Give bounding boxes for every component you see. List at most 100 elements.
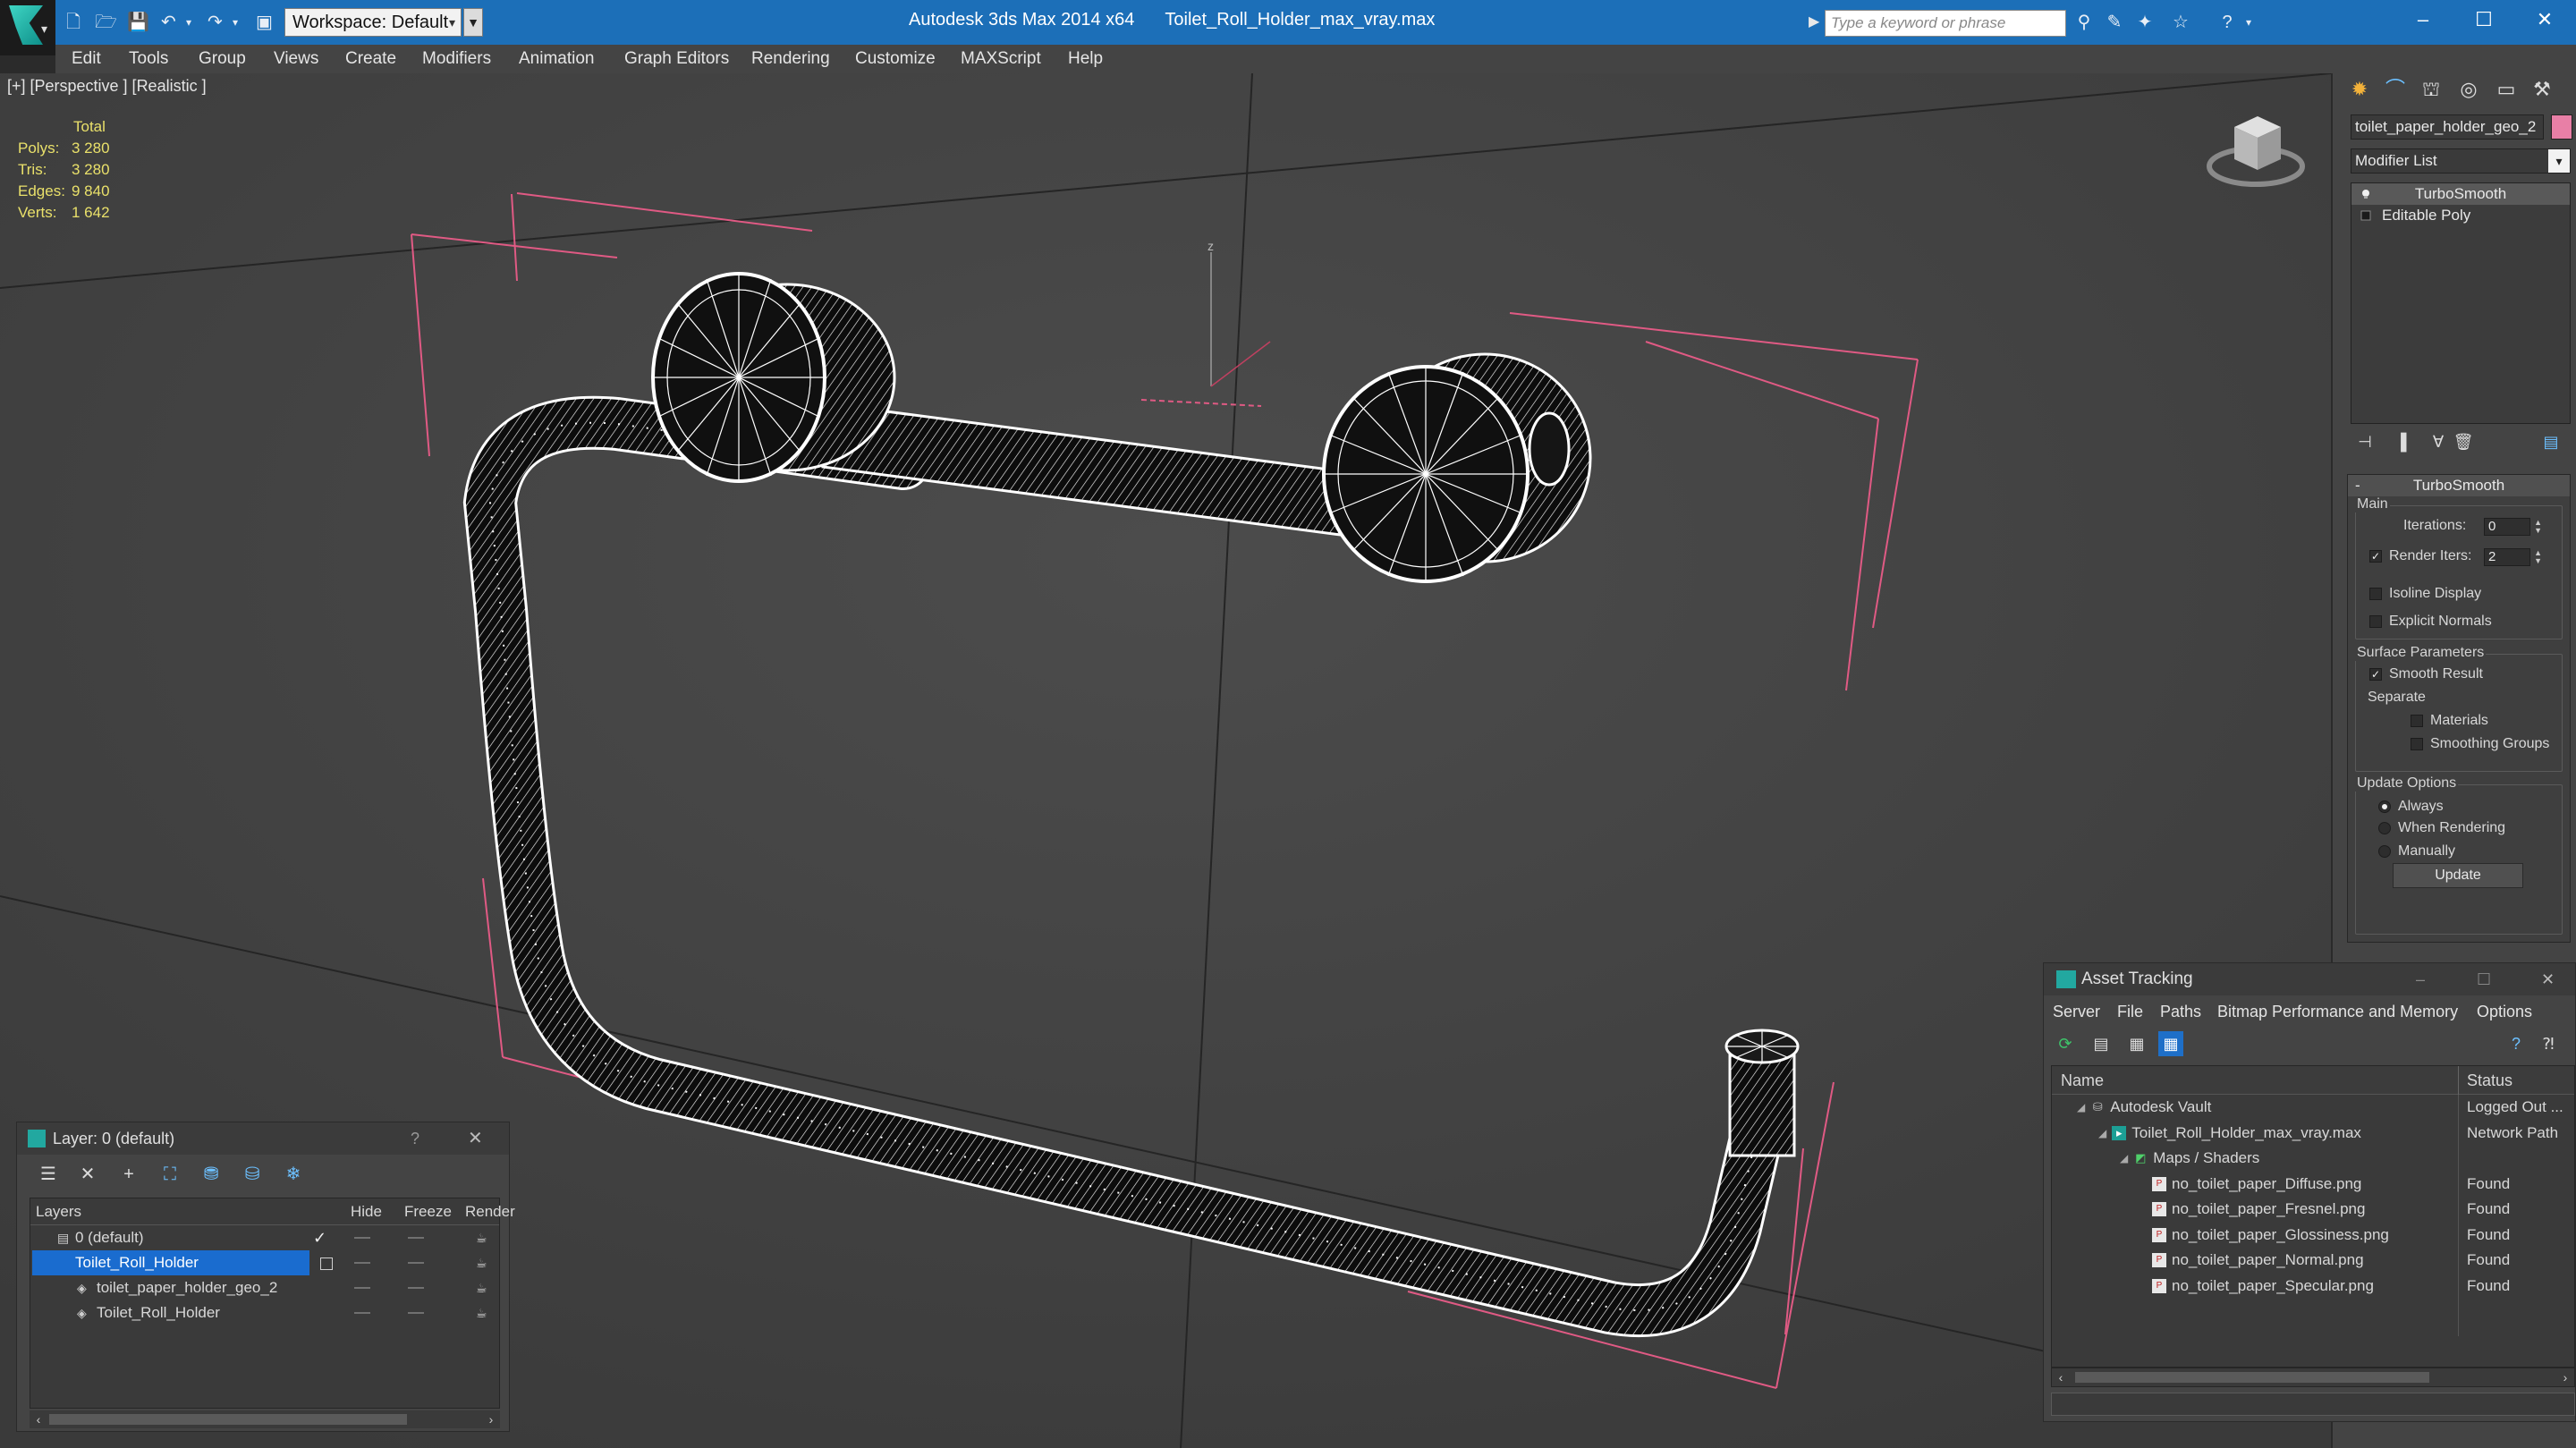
menu-file[interactable]: File	[2117, 997, 2143, 1026]
render-iters-checkbox[interactable]: ✓	[2369, 550, 2382, 563]
project-folder-icon[interactable]: ▣	[256, 11, 273, 34]
freeze-toggle[interactable]	[408, 1262, 424, 1264]
expand-plus-icon[interactable]	[2360, 210, 2371, 221]
minimize-icon[interactable]: –	[2416, 963, 2425, 995]
col-status[interactable]: Status	[2467, 1066, 2512, 1095]
layers-stack-icon[interactable]: ☰	[35, 1162, 62, 1187]
workspace-dropdown-button[interactable]: ▼	[463, 8, 483, 37]
render-teapot-icon[interactable]: ☕	[476, 1256, 492, 1270]
stack-item-turbosmooth[interactable]: TurboSmooth	[2351, 183, 2570, 205]
help-icon[interactable]: ?	[2504, 1031, 2529, 1056]
configure-modifier-sets-icon[interactable]: ▤	[2540, 431, 2562, 453]
viewport-label-menu[interactable]: [+] [Perspective ] [Realistic ]	[7, 77, 207, 96]
create-tab-sun-icon[interactable]: ✹	[2342, 73, 2377, 106]
freeze-toggle[interactable]	[408, 1312, 424, 1314]
layer-row[interactable]: ◈ toilet_paper_holder_geo_2 ☕	[30, 1275, 499, 1300]
menu-tools[interactable]: Tools	[129, 45, 168, 73]
delete-layer-icon[interactable]: ✕	[74, 1162, 101, 1187]
maximize-icon[interactable]: ☐	[2477, 963, 2491, 995]
menu-views[interactable]: Views	[274, 45, 318, 73]
add-to-layer-icon[interactable]: +	[115, 1162, 142, 1187]
lightbulb-icon[interactable]	[2360, 189, 2371, 199]
collapse-triangle-icon[interactable]: ◢	[2077, 1095, 2085, 1121]
asset-row[interactable]: ◢ ⛁ Autodesk Vault Logged Out ...	[2052, 1095, 2574, 1121]
iterations-spinner[interactable]: 0 ▲ ▼	[2484, 518, 2542, 536]
subscription-icon[interactable]: ✎	[2102, 11, 2127, 34]
hide-toggle[interactable]	[354, 1287, 370, 1289]
horizontal-scrollbar[interactable]: ‹ ›	[30, 1410, 500, 1428]
maximize-icon[interactable]: ☐	[2454, 0, 2513, 39]
layer-row[interactable]: ◈ Toilet_Roll_Holder ☕	[30, 1300, 499, 1325]
favorites-star-icon[interactable]: ☆	[2168, 11, 2193, 34]
menu-graph-editors[interactable]: Graph Editors	[624, 45, 729, 73]
object-color-swatch[interactable]	[2551, 114, 2572, 140]
redo-dropdown-icon[interactable]: ▾	[233, 11, 238, 34]
menu-server[interactable]: Server	[2053, 997, 2100, 1026]
stack-item-editable-poly[interactable]: Editable Poly	[2351, 205, 2570, 226]
spinner-arrows-icon[interactable]: ▲ ▼	[2534, 519, 2542, 535]
select-objects-icon[interactable]: ⛶	[157, 1162, 183, 1187]
menu-options[interactable]: Options	[2477, 997, 2532, 1026]
col-render[interactable]: Render	[465, 1198, 515, 1225]
modify-tab-icon[interactable]: ⌒	[2377, 73, 2413, 106]
menu-edit[interactable]: Edit	[72, 45, 101, 73]
collapse-triangle-icon[interactable]: ◢	[2098, 1121, 2106, 1147]
save-icon[interactable]: 💾	[127, 11, 149, 34]
collapse-minus-icon[interactable]: -	[2355, 475, 2360, 496]
close-icon[interactable]: ✕	[2515, 0, 2574, 39]
hierarchy-tab-icon[interactable]: ⛫	[2413, 73, 2449, 106]
manually-radio[interactable]	[2378, 845, 2391, 858]
hide-toggle[interactable]	[354, 1262, 370, 1264]
scrollbar-thumb[interactable]	[49, 1414, 407, 1425]
layer-row[interactable]: ▤ Toilet_Roll_Holder ☕	[30, 1250, 499, 1275]
undo-icon[interactable]: ↶	[161, 11, 176, 34]
table-view-icon[interactable]: ▦	[2124, 1031, 2149, 1056]
asset-row[interactable]: Pno_toilet_paper_Normal.png Found	[2052, 1248, 2574, 1274]
col-name[interactable]: Name	[2061, 1066, 2104, 1095]
asset-row[interactable]: Pno_toilet_paper_Glossiness.png Found	[2052, 1223, 2574, 1249]
asset-tracking-titlebar[interactable]: Asset Tracking – ☐ ✕	[2044, 963, 2575, 995]
menu-modifiers[interactable]: Modifiers	[422, 45, 491, 73]
modifier-list-select[interactable]: Modifier List ▾	[2351, 148, 2571, 174]
scrollbar-thumb[interactable]	[2075, 1372, 2429, 1383]
menu-group[interactable]: Group	[199, 45, 246, 73]
freeze-toggle[interactable]	[408, 1237, 424, 1239]
motion-tab-icon[interactable]: ◎	[2451, 73, 2487, 106]
new-file-icon[interactable]: 🗋	[66, 11, 80, 34]
asset-row[interactable]: Pno_toilet_paper_Specular.png Found	[2052, 1274, 2574, 1300]
col-hide[interactable]: Hide	[351, 1198, 382, 1225]
update-button[interactable]: Update	[2393, 863, 2523, 888]
rollout-header[interactable]: - TurboSmooth	[2348, 475, 2570, 496]
remove-modifier-icon[interactable]: 🗑	[2453, 431, 2474, 453]
asset-row[interactable]: ◢ ▸ Toilet_Roll_Holder_max_vray.max Networ…	[2052, 1121, 2574, 1147]
scroll-right-icon[interactable]: ›	[2556, 1368, 2574, 1386]
always-radio[interactable]	[2378, 800, 2391, 813]
app-menu-button[interactable]: ▾	[0, 0, 55, 55]
asset-row[interactable]: ◢ ◩ Maps / Shaders	[2052, 1146, 2574, 1172]
menu-customize[interactable]: Customize	[855, 45, 936, 73]
menu-animation[interactable]: Animation	[519, 45, 595, 73]
minimize-icon[interactable]: –	[2394, 0, 2453, 39]
close-icon[interactable]: ✕	[468, 1122, 483, 1155]
help-icon[interactable]: ?	[411, 1122, 419, 1155]
undo-dropdown-icon[interactable]: ▾	[186, 11, 191, 34]
highlight-layer-icon[interactable]: ⛃	[198, 1162, 225, 1187]
context-help-icon[interactable]: ⁈	[2536, 1031, 2561, 1056]
utilities-tab-icon[interactable]: ⚒	[2524, 73, 2560, 106]
hide-toggle[interactable]	[354, 1312, 370, 1314]
when-rendering-radio[interactable]	[2378, 822, 2391, 834]
menu-maxscript[interactable]: MAXScript	[961, 45, 1041, 73]
grid-view-icon[interactable]: ▦	[2158, 1031, 2183, 1056]
display-tab-icon[interactable]: ▭	[2488, 73, 2524, 106]
freeze-toggle[interactable]	[408, 1287, 424, 1289]
scroll-left-icon[interactable]: ‹	[30, 1410, 47, 1428]
list-view-icon[interactable]: ▤	[2089, 1031, 2114, 1056]
horizontal-scrollbar[interactable]: ‹ ›	[2051, 1368, 2575, 1387]
current-layer-box[interactable]	[320, 1257, 333, 1270]
smoothing-groups-checkbox[interactable]	[2411, 738, 2423, 750]
smooth-result-checkbox[interactable]: ✓	[2369, 668, 2382, 681]
workspace-select[interactable]: Workspace: Default ▾	[284, 8, 462, 37]
close-icon[interactable]: ✕	[2541, 963, 2555, 995]
collapse-triangle-icon[interactable]: ◢	[2120, 1146, 2128, 1172]
hide-all-layers-icon[interactable]: ⛁	[239, 1162, 266, 1187]
